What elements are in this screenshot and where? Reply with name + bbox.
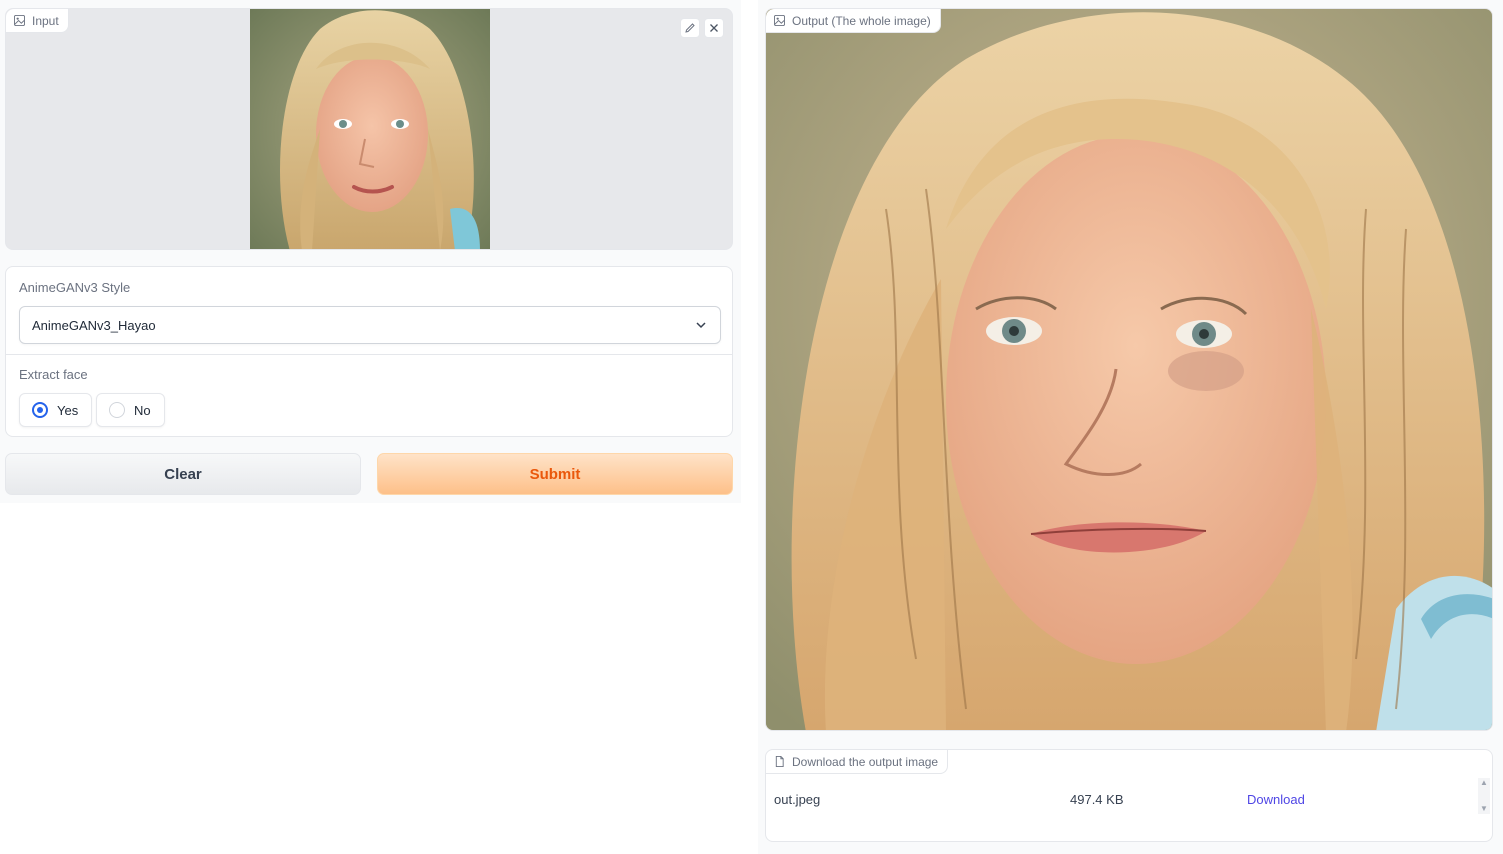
download-label-text: Download the output image xyxy=(792,754,939,769)
form-divider xyxy=(6,354,732,355)
file-row: out.jpeg 497.4 KB Download xyxy=(774,788,1474,810)
edit-button[interactable] xyxy=(680,18,700,38)
download-block: Download the output image out.jpeg 497.4… xyxy=(765,749,1493,842)
image-icon xyxy=(774,15,785,26)
output-photo xyxy=(766,9,1492,730)
style-label: AnimeGANv3 Style xyxy=(19,280,131,295)
download-label: Download the output image xyxy=(766,750,949,774)
edit-icon xyxy=(685,23,695,33)
scrollbar[interactable]: ▲ ▼ xyxy=(1478,778,1490,814)
file-icon xyxy=(775,756,784,767)
extract-face-no[interactable]: No xyxy=(96,393,165,427)
output-label: Output (The whole image) xyxy=(766,9,941,33)
style-dropdown[interactable]: AnimeGANv3_Hayao xyxy=(19,306,721,344)
clear-image-button[interactable] xyxy=(704,18,724,38)
output-label-text: Output (The whole image) xyxy=(792,13,931,28)
extract-face-label: Extract face xyxy=(19,367,88,382)
clear-button[interactable]: Clear xyxy=(5,453,361,495)
radio-unselected-icon xyxy=(109,402,125,418)
radio-selected-icon xyxy=(32,402,48,418)
scroll-down-icon[interactable]: ▼ xyxy=(1480,804,1488,814)
input-image-block[interactable]: Input xyxy=(5,8,733,250)
input-label-text: Input xyxy=(32,13,59,28)
scroll-up-icon[interactable]: ▲ xyxy=(1480,778,1488,788)
style-dropdown-value: AnimeGANv3_Hayao xyxy=(32,317,156,333)
options-form: AnimeGANv3 Style AnimeGANv3_Hayao Extrac… xyxy=(5,266,733,437)
output-image-block: Output (The whole image) xyxy=(765,8,1493,731)
close-icon xyxy=(710,24,718,32)
extract-face-no-label: No xyxy=(134,402,151,418)
submit-button[interactable]: Submit xyxy=(377,453,733,495)
download-link[interactable]: Download xyxy=(1247,792,1305,807)
chevron-down-icon xyxy=(696,322,706,329)
file-name: out.jpeg xyxy=(774,791,821,807)
image-icon xyxy=(14,15,25,26)
input-photo xyxy=(250,9,490,249)
input-label: Input xyxy=(6,9,69,33)
file-size: 497.4 KB xyxy=(1070,791,1124,807)
extract-face-yes[interactable]: Yes xyxy=(19,393,93,427)
extract-face-yes-label: Yes xyxy=(57,402,79,418)
